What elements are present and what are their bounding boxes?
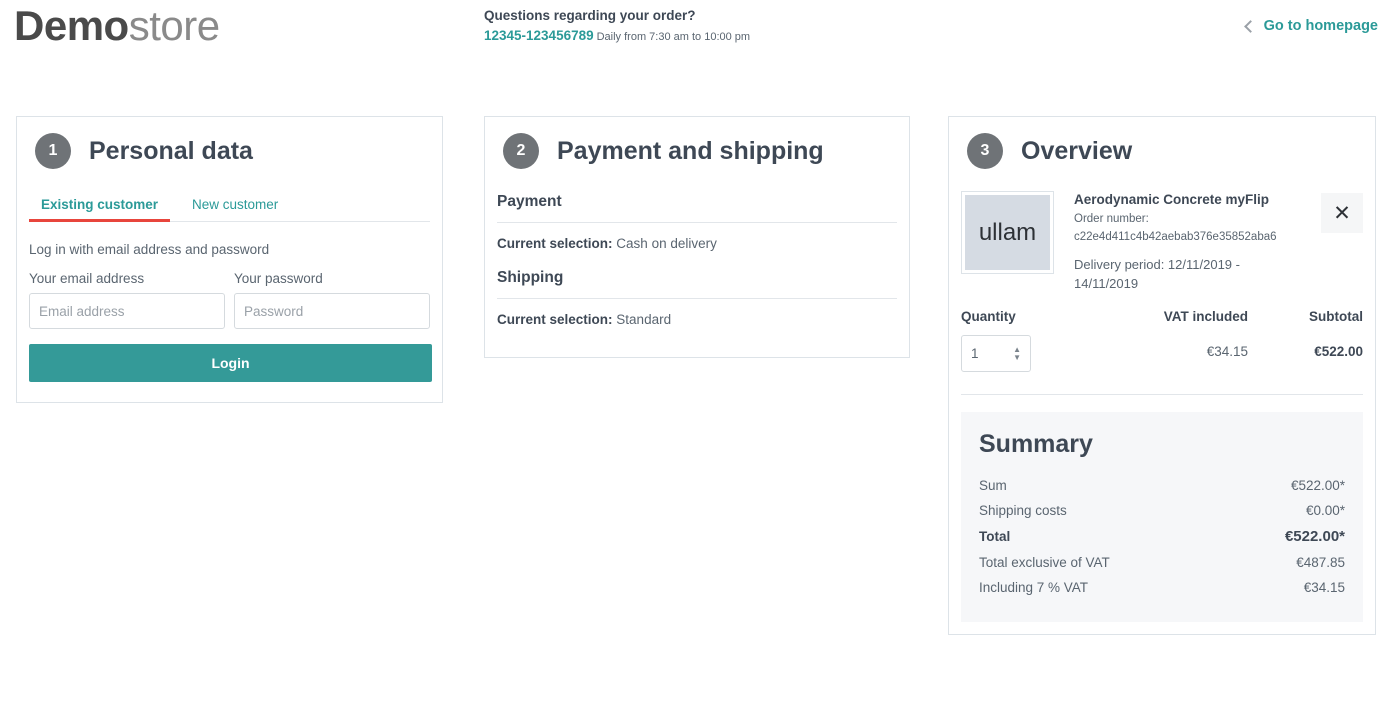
tab-new-customer[interactable]: New customer [180,197,290,221]
password-input[interactable] [234,293,430,329]
panel-overview: 3 Overview ullam Aerodynamic Concrete my… [948,116,1376,635]
login-button[interactable]: Login [29,344,432,382]
panel-2-spacer [485,327,909,357]
email-input[interactable] [29,293,225,329]
chevron-down-icon: ▼ [1013,352,1021,362]
summary-row: Shipping costs €0.00* [979,498,1345,523]
shipping-heading: Shipping [497,269,564,286]
go-to-homepage-label: Go to homepage [1263,18,1378,34]
line-item-table: Quantity 1 ▲ ▼ VAT included €34.15 Subto… [949,293,1375,372]
panel-3-title: Overview [1021,137,1133,165]
contact-line: 12345-123456789 Daily from 7:30 am to 10:… [484,29,750,44]
contact-title: Questions regarding your order? [484,8,696,23]
vat-value: €34.15 [1206,344,1248,359]
quantity-value: 1 [971,346,979,361]
panel-2-header: 2 Payment and shipping [485,117,909,175]
step-number-2: 2 [503,133,539,169]
chevron-up-icon: ▲ [1013,344,1021,354]
login-intro-text: Log in with email address and password [29,242,270,257]
panel-payment-shipping: 2 Payment and shipping Payment Current s… [484,116,910,358]
remove-item-button[interactable]: ✕ [1321,193,1363,233]
quantity-column: Quantity 1 ▲ ▼ [961,309,1113,372]
summary-title: Summary [979,430,1093,458]
password-label: Your password [234,271,323,286]
summary-row: Sum €522.00* [979,473,1345,498]
contact-block: Questions regarding your order? 12345-12… [484,6,750,44]
summary-row: Total €522.00* [979,523,1345,550]
site-logo[interactable]: Demostore [14,2,220,50]
shipping-selection-value: Standard [616,312,672,327]
product-thumbnail-text: ullam [965,195,1050,270]
panel-3-header: 3 Overview [949,117,1375,175]
panel-1-title: Personal data [89,137,253,165]
stepper-arrows-icon: ▲ ▼ [1013,344,1021,362]
contact-phone[interactable]: 12345-123456789 [484,28,594,43]
payment-heading: Payment [497,193,562,210]
summary-rows: Sum €522.00* Shipping costs €0.00* Total €522… [979,473,1345,600]
order-number-value: c22e4d411c4b42aebab376e35852aba6 [1074,231,1277,243]
summary-row-label: Shipping costs [979,503,1067,518]
quantity-stepper[interactable]: 1 ▲ ▼ [961,335,1031,372]
product-info: Aerodynamic Concrete myFlip Order number… [1074,191,1301,293]
email-field-group: Your email address [29,271,225,329]
close-icon: ✕ [1333,201,1351,225]
tab-existing-customer[interactable]: Existing customer [29,197,171,222]
panel-2-title: Payment and shipping [557,137,824,165]
payment-current-selection: Current selection: Cash on delivery [485,223,909,251]
summary-row-label: Including 7 % VAT [979,580,1089,595]
delivery-period: Delivery period: 12/11/2019 - 14/11/2019 [1074,257,1240,291]
summary-row: Total exclusive of VAT €487.85 [979,550,1345,575]
shipping-current-selection: Current selection: Standard [485,299,909,327]
product-row: ullam Aerodynamic Concrete myFlip Order … [949,175,1375,293]
go-to-homepage-link[interactable]: Go to homepage [1243,18,1378,34]
login-fields: Your email address Your password [17,257,442,329]
summary-row-value: €34.15 [1303,580,1345,595]
overview-divider [961,394,1363,395]
payment-selection-value: Cash on delivery [616,236,717,251]
summary-row-value: €487.85 [1296,555,1345,570]
summary-row-label: Sum [979,478,1007,493]
step-number-3: 3 [967,133,1003,169]
summary-row-label: Total [979,529,1011,544]
customer-type-tabs: Existing customer New customer [29,197,430,222]
logo-light-text: store [128,2,220,49]
email-label: Your email address [29,271,145,286]
page-header: Demostore Questions regarding your order… [0,0,1392,70]
product-thumbnail[interactable]: ullam [961,191,1054,274]
logo-bold-text: Demo [14,2,129,49]
panel-1-header: 1 Personal data [17,117,442,175]
shipping-selection-label: Current selection: [497,312,613,327]
vat-header: VAT included [1163,309,1248,324]
order-number-label: Order number: [1074,213,1149,225]
quantity-header: Quantity [961,309,1016,324]
subtotal-column: Subtotal €522.00 [1248,309,1363,372]
summary-row-value: €0.00* [1305,503,1345,518]
product-name[interactable]: Aerodynamic Concrete myFlip [1074,191,1301,209]
summary-row-label: Total exclusive of VAT [979,555,1110,570]
vat-column: VAT included €34.15 [1113,309,1248,372]
subtotal-value: €522.00 [1314,344,1363,359]
payment-selection-label: Current selection: [497,236,613,251]
chevron-left-icon [1243,20,1257,33]
summary-row-value: €522.00* [1290,478,1345,493]
subtotal-header: Subtotal [1309,309,1363,324]
summary-block: Summary Sum €522.00* Shipping costs €0.00* T… [961,412,1363,622]
summary-row: Including 7 % VAT €34.15 [979,575,1345,600]
step-number-1: 1 [35,133,71,169]
contact-hours: Daily from 7:30 am to 10:00 pm [596,31,751,43]
panel-personal-data: 1 Personal data Existing customer New cu… [16,116,443,403]
password-field-group: Your password [234,271,430,329]
summary-row-value: €522.00* [1284,528,1345,545]
